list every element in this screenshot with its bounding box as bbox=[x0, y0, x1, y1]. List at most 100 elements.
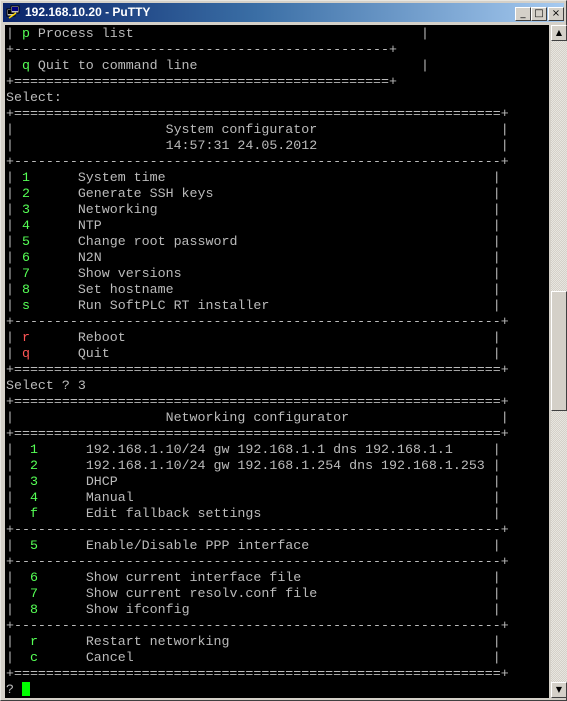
terminal-text-segment: 3 bbox=[21, 202, 30, 217]
terminal-line: | 7 Show versions | bbox=[6, 266, 501, 282]
putty-app-icon[interactable] bbox=[6, 5, 20, 19]
terminal-text-segment: Set hostname | bbox=[29, 282, 501, 297]
terminal-line: | 5 Change root password | bbox=[6, 234, 501, 250]
terminal-text-segment: | bbox=[6, 538, 30, 553]
terminal-line: +---------------------------------------… bbox=[6, 154, 509, 170]
terminal-text-segment: N2N | bbox=[29, 250, 501, 265]
terminal-line: +---------------------------------------… bbox=[6, 522, 509, 538]
terminal-text-segment: Show ifconfig | bbox=[37, 602, 501, 617]
terminal-text-segment: | System configurator | bbox=[6, 122, 509, 137]
terminal-text-segment: c bbox=[29, 650, 38, 665]
scrollbar-thumb[interactable] bbox=[551, 291, 567, 411]
terminal-text-segment: | bbox=[6, 346, 22, 361]
terminal-line: | p Process list | bbox=[6, 26, 429, 42]
terminal-text-segment: | bbox=[6, 170, 22, 185]
terminal-text-segment: 6 bbox=[29, 570, 38, 585]
terminal-text-segment: +=======================================… bbox=[6, 666, 509, 681]
terminal-line: | 5 Enable/Disable PPP interface | bbox=[6, 538, 501, 554]
terminal-text-segment: 3 bbox=[29, 474, 38, 489]
terminal-text-segment: | bbox=[6, 602, 30, 617]
terminal-line: +=======================================… bbox=[6, 426, 509, 442]
terminal-text-segment: r bbox=[29, 634, 38, 649]
terminal-text-segment: +---------------------------------------… bbox=[6, 42, 397, 57]
terminal-text-segment: | 14:57:31 24.05.2012 | bbox=[6, 138, 509, 153]
terminal-text-segment: +---------------------------------------… bbox=[6, 554, 509, 569]
terminal-text-segment: 6 bbox=[21, 250, 30, 265]
terminal-text-segment: Show current interface file | bbox=[37, 570, 501, 585]
terminal-text-segment: | bbox=[6, 282, 22, 297]
terminal-line: | 1 System time | bbox=[6, 170, 501, 186]
minimize-button[interactable]: _ bbox=[515, 7, 531, 21]
terminal-text-segment: 5 bbox=[29, 538, 38, 553]
terminal-line: | r Reboot | bbox=[6, 330, 501, 346]
vertical-scrollbar[interactable]: ▲ ▼ bbox=[551, 25, 567, 698]
terminal-text-segment: | bbox=[6, 474, 30, 489]
terminal-line: | 6 Show current interface file | bbox=[6, 570, 501, 586]
terminal-text-segment: q bbox=[21, 346, 30, 361]
terminal-text-segment: 4 bbox=[21, 218, 30, 233]
terminal-text-segment: +---------------------------------------… bbox=[6, 522, 509, 537]
terminal-text-segment: | bbox=[6, 506, 30, 521]
terminal-text-segment: f bbox=[29, 506, 38, 521]
terminal-text-segment: Enable/Disable PPP interface | bbox=[37, 538, 501, 553]
terminal-text-segment: ? bbox=[6, 682, 22, 697]
terminal-text-segment: +---------------------------------------… bbox=[6, 154, 509, 169]
terminal-text-segment: | bbox=[6, 218, 22, 233]
terminal-text-segment: Restart networking | bbox=[37, 634, 501, 649]
terminal-line: | 6 N2N | bbox=[6, 250, 501, 266]
scroll-down-arrow-icon[interactable]: ▼ bbox=[551, 682, 567, 698]
terminal-line: | q Quit to command line | bbox=[6, 58, 429, 74]
terminal-text-segment: 8 bbox=[21, 282, 30, 297]
terminal-line: | f Edit fallback settings | bbox=[6, 506, 501, 522]
terminal-text-segment: 5 bbox=[21, 234, 30, 249]
terminal-line: +=======================================… bbox=[6, 106, 509, 122]
close-button[interactable]: × bbox=[548, 7, 564, 21]
terminal-line: | 4 Manual | bbox=[6, 490, 501, 506]
terminal-text-segment: Generate SSH keys | bbox=[29, 186, 501, 201]
terminal-text-segment: 8 bbox=[29, 602, 38, 617]
terminal-text-segment: Reboot | bbox=[29, 330, 501, 345]
terminal-line: | 3 DHCP | bbox=[6, 474, 501, 490]
terminal-line: | 8 Show ifconfig | bbox=[6, 602, 501, 618]
terminal-text-segment: Show current resolv.conf file | bbox=[37, 586, 501, 601]
terminal-line: ? bbox=[6, 682, 22, 698]
terminal-text-segment: r bbox=[21, 330, 30, 345]
terminal-line: | 2 192.168.1.10/24 gw 192.168.1.254 dns… bbox=[6, 458, 501, 474]
terminal-text-segment: | bbox=[6, 58, 22, 73]
terminal-text-segment: | bbox=[6, 234, 22, 249]
terminal-line: | 14:57:31 24.05.2012 | bbox=[6, 138, 509, 154]
terminal-line: +---------------------------------------… bbox=[6, 42, 397, 58]
terminal-line: Select: bbox=[6, 90, 62, 106]
terminal-text-segment: | bbox=[6, 570, 30, 585]
terminal-text-segment: NTP | bbox=[29, 218, 501, 233]
terminal-line: | 7 Show current resolv.conf file | bbox=[6, 586, 501, 602]
terminal-line: | r Restart networking | bbox=[6, 634, 501, 650]
terminal-line: +---------------------------------------… bbox=[6, 618, 509, 634]
terminal-text-segment: | bbox=[6, 298, 22, 313]
terminal-line: | 8 Set hostname | bbox=[6, 282, 501, 298]
title-bar[interactable]: 192.168.10.20 - PuTTY _ □ × bbox=[3, 3, 564, 22]
terminal-text-segment: Edit fallback settings | bbox=[37, 506, 501, 521]
terminal-text-segment: | bbox=[6, 186, 22, 201]
terminal-text-segment: +=======================================… bbox=[6, 394, 509, 409]
terminal-text-segment: +=======================================… bbox=[6, 426, 509, 441]
terminal-line: | q Quit | bbox=[6, 346, 501, 362]
terminal-text-segment: | bbox=[6, 26, 22, 41]
terminal-text-segment: 2 bbox=[29, 458, 38, 473]
terminal-text-segment: 7 bbox=[29, 586, 38, 601]
terminal-text-segment: Cancel | bbox=[37, 650, 501, 665]
terminal-text-segment: +=======================================… bbox=[6, 362, 509, 377]
terminal-text-segment: 1 bbox=[29, 442, 38, 457]
maximize-button[interactable]: □ bbox=[531, 7, 547, 21]
terminal-line: | 2 Generate SSH keys | bbox=[6, 186, 501, 202]
terminal-text-segment: | bbox=[6, 442, 30, 457]
terminal-text-segment: p bbox=[21, 26, 30, 41]
terminal-text-segment: | bbox=[6, 586, 30, 601]
terminal-screen[interactable]: | p Process list | +---------------------… bbox=[5, 25, 549, 698]
text-cursor bbox=[22, 682, 30, 696]
terminal-text-segment: | bbox=[6, 634, 30, 649]
terminal-line: +=======================================… bbox=[6, 666, 509, 682]
terminal-text-segment: 7 bbox=[21, 266, 30, 281]
scroll-up-arrow-icon[interactable]: ▲ bbox=[551, 25, 567, 41]
terminal-text-segment: | bbox=[6, 490, 30, 505]
